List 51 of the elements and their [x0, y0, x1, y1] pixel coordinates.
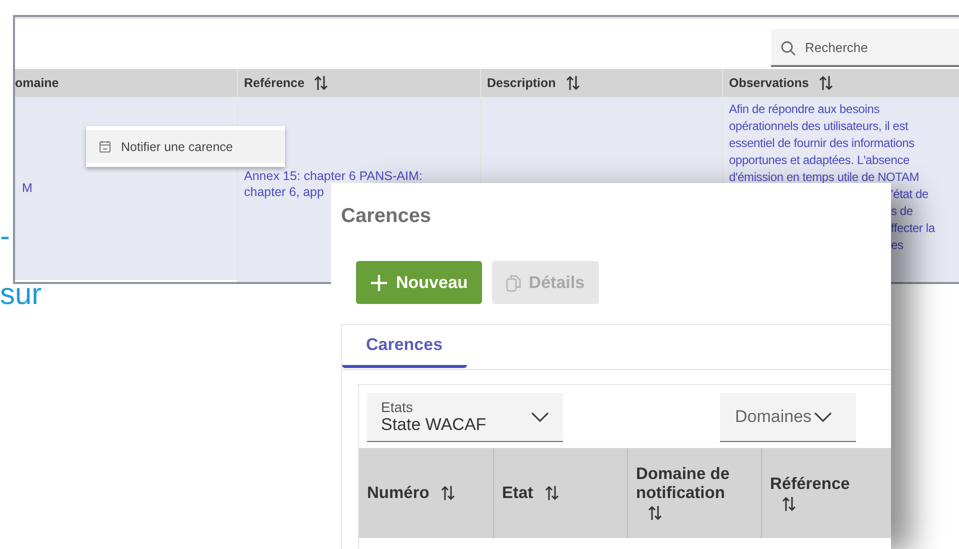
cell-text: d'émission en temps utile de NOTAM — [729, 169, 920, 186]
cell-text: Afin de répondre aux besoins — [729, 101, 881, 118]
cell-text: 'état de — [891, 186, 930, 203]
state-dropdown[interactable]: Etats State WACAF — [367, 393, 563, 442]
cell-text: es — [891, 237, 904, 254]
column-header[interactable]: omaine — [15, 69, 237, 97]
cell-text: chapter 6, app — [244, 184, 325, 200]
sort-icon[interactable] — [782, 496, 796, 512]
chevron-down-icon — [531, 412, 549, 422]
column-header-label: Référence — [770, 474, 850, 494]
menu-item[interactable]: Notifier une carence — [86, 130, 285, 163]
dropdown-label: Etats — [381, 399, 414, 415]
cell-text: M — [22, 180, 34, 197]
dropdown-value: State WACAF — [381, 415, 486, 435]
sort-icon[interactable] — [818, 75, 833, 91]
sort-icon[interactable] — [566, 75, 580, 91]
dropdown-placeholder: Domaines — [735, 407, 812, 427]
domain-dropdown[interactable]: Domaines — [720, 393, 856, 442]
chevron-down-icon — [814, 412, 832, 422]
column-header[interactable]: Observations — [722, 69, 959, 97]
sort-icon[interactable] — [545, 485, 560, 501]
cell-text: s de — [891, 203, 914, 220]
column-header[interactable]: Numéro — [359, 448, 493, 538]
column-header[interactable]: Etat — [493, 448, 627, 538]
search-field[interactable]: Recherche — [771, 29, 959, 67]
plus-icon — [370, 274, 388, 292]
column-header-label: Description — [487, 76, 556, 90]
column-header-label: omaine — [15, 76, 59, 90]
column-header-label: Reférence — [244, 76, 304, 90]
column-header-label: Numéro — [367, 484, 430, 502]
cell-text: Annex 15: chapter 6 PANS-AIM: — [244, 168, 424, 184]
column-header[interactable]: Référence — [761, 448, 891, 538]
cell-text: opportunes et adaptées. L'absence — [729, 152, 911, 169]
column-header-label: Etat — [502, 484, 534, 502]
column-header-label: Domaine de notification — [636, 465, 731, 503]
document-text: - — [0, 222, 10, 252]
calendar-icon — [99, 140, 111, 153]
column-header[interactable]: Domaine de notification — [627, 448, 761, 538]
sort-icon[interactable] — [314, 75, 328, 91]
cell-text: ffecter la — [891, 220, 936, 237]
document-text: sur — [0, 280, 42, 310]
column-header-label: Observations — [729, 76, 809, 90]
cell-text: opérationnels des utilisateurs, il est — [729, 118, 910, 135]
sort-icon[interactable] — [441, 485, 456, 501]
cell-text: essentiel de fournir des informations — [729, 135, 916, 152]
sort-icon[interactable] — [648, 505, 662, 521]
column-header[interactable]: Reférence — [237, 69, 480, 97]
tab[interactable]: Carences — [342, 325, 467, 368]
dialog-title: Carences — [340, 204, 432, 229]
column-header[interactable]: Description — [480, 69, 722, 97]
copy-icon — [506, 274, 521, 292]
